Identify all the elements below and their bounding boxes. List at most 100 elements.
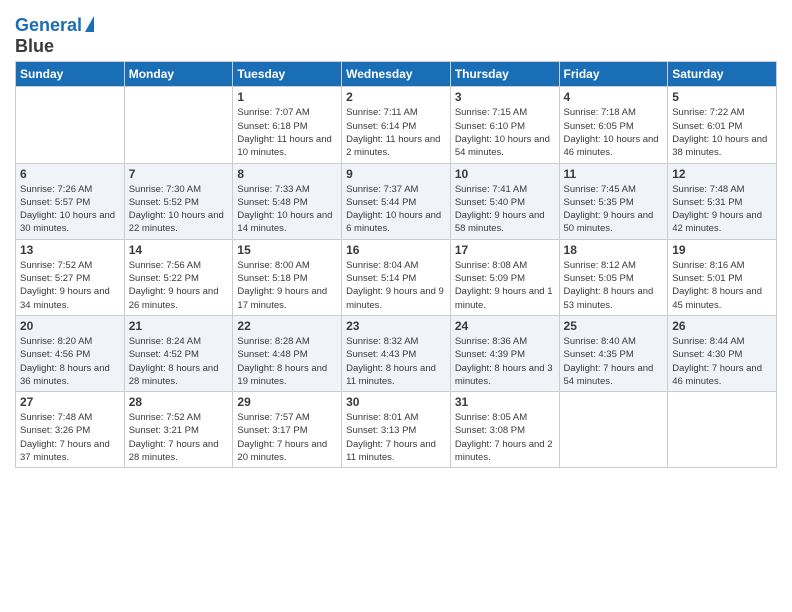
weekday-header-monday: Monday [124, 62, 233, 87]
day-number: 8 [237, 167, 337, 181]
day-info: Sunrise: 8:00 AMSunset: 5:18 PMDaylight:… [237, 259, 337, 312]
calendar-cell: 1 Sunrise: 7:07 AMSunset: 6:18 PMDaylight… [233, 87, 342, 163]
day-number: 18 [564, 243, 664, 257]
day-number: 10 [455, 167, 555, 181]
day-info: Sunrise: 8:08 AMSunset: 5:09 PMDaylight:… [455, 259, 555, 312]
day-number: 24 [455, 319, 555, 333]
calendar-cell: 3 Sunrise: 7:15 AMSunset: 6:10 PMDaylight… [450, 87, 559, 163]
day-info: Sunrise: 7:52 AMSunset: 3:21 PMDaylight:… [129, 411, 229, 464]
calendar-cell: 19 Sunrise: 8:16 AMSunset: 5:01 PMDayligh… [668, 239, 777, 315]
day-info: Sunrise: 8:04 AMSunset: 5:14 PMDaylight:… [346, 259, 446, 312]
calendar-cell: 13 Sunrise: 7:52 AMSunset: 5:27 PMDayligh… [16, 239, 125, 315]
day-info: Sunrise: 7:48 AMSunset: 3:26 PMDaylight:… [20, 411, 120, 464]
calendar-cell: 12 Sunrise: 7:48 AMSunset: 5:31 PMDayligh… [668, 163, 777, 239]
day-number: 28 [129, 395, 229, 409]
day-info: Sunrise: 8:16 AMSunset: 5:01 PMDaylight:… [672, 259, 772, 312]
day-info: Sunrise: 7:41 AMSunset: 5:40 PMDaylight:… [455, 183, 555, 236]
day-number: 27 [20, 395, 120, 409]
calendar-cell: 24 Sunrise: 8:36 AMSunset: 4:39 PMDayligh… [450, 315, 559, 391]
calendar-cell: 28 Sunrise: 7:52 AMSunset: 3:21 PMDayligh… [124, 392, 233, 468]
day-info: Sunrise: 8:32 AMSunset: 4:43 PMDaylight:… [346, 335, 446, 388]
calendar-cell: 6 Sunrise: 7:26 AMSunset: 5:57 PMDaylight… [16, 163, 125, 239]
day-number: 19 [672, 243, 772, 257]
day-info: Sunrise: 7:37 AMSunset: 5:44 PMDaylight:… [346, 183, 446, 236]
calendar-cell: 8Sunrise: 7:33 AMSunset: 5:48 PMDaylight… [233, 163, 342, 239]
day-info: Sunrise: 8:40 AMSunset: 4:35 PMDaylight:… [564, 335, 664, 388]
day-number: 26 [672, 319, 772, 333]
day-info: Sunrise: 7:45 AMSunset: 5:35 PMDaylight:… [564, 183, 664, 236]
calendar-cell: 29Sunrise: 7:57 AMSunset: 3:17 PMDayligh… [233, 392, 342, 468]
logo-triangle-icon [85, 16, 94, 32]
calendar-cell: 14Sunrise: 7:56 AMSunset: 5:22 PMDayligh… [124, 239, 233, 315]
day-number: 3 [455, 90, 555, 104]
day-info: Sunrise: 7:07 AMSunset: 6:18 PMDaylight:… [237, 106, 337, 159]
day-number: 23 [346, 319, 446, 333]
logo-general: General [15, 15, 82, 35]
day-info: Sunrise: 8:20 AMSunset: 4:56 PMDaylight:… [20, 335, 120, 388]
day-number: 31 [455, 395, 555, 409]
weekday-header-sunday: Sunday [16, 62, 125, 87]
day-number: 30 [346, 395, 446, 409]
day-info: Sunrise: 7:57 AMSunset: 3:17 PMDaylight:… [237, 411, 337, 464]
calendar-cell: 22Sunrise: 8:28 AMSunset: 4:48 PMDayligh… [233, 315, 342, 391]
calendar-cell: 20Sunrise: 8:20 AMSunset: 4:56 PMDayligh… [16, 315, 125, 391]
page: General Blue SundayMondayTuesdayWednesda… [0, 0, 792, 483]
day-number: 13 [20, 243, 120, 257]
day-info: Sunrise: 8:24 AMSunset: 4:52 PMDaylight:… [129, 335, 229, 388]
day-info: Sunrise: 7:11 AMSunset: 6:14 PMDaylight:… [346, 106, 446, 159]
day-number: 2 [346, 90, 446, 104]
day-info: Sunrise: 7:52 AMSunset: 5:27 PMDaylight:… [20, 259, 120, 312]
calendar-cell: 25 Sunrise: 8:40 AMSunset: 4:35 PMDayligh… [559, 315, 668, 391]
day-info: Sunrise: 7:30 AMSunset: 5:52 PMDaylight:… [129, 183, 229, 236]
day-info: Sunrise: 8:36 AMSunset: 4:39 PMDaylight:… [455, 335, 555, 388]
calendar-cell: 15 Sunrise: 8:00 AMSunset: 5:18 PMDayligh… [233, 239, 342, 315]
calendar-cell [124, 87, 233, 163]
logo: General Blue [15, 15, 94, 56]
day-number: 14 [129, 243, 229, 257]
day-number: 1 [237, 90, 337, 104]
day-number: 21 [129, 319, 229, 333]
calendar-cell: 30 Sunrise: 8:01 AMSunset: 3:13 PMDayligh… [342, 392, 451, 468]
day-number: 15 [237, 243, 337, 257]
calendar-cell: 17 Sunrise: 8:08 AMSunset: 5:09 PMDayligh… [450, 239, 559, 315]
calendar-cell: 26 Sunrise: 8:44 AMSunset: 4:30 PMDayligh… [668, 315, 777, 391]
calendar-cell: 10 Sunrise: 7:41 AMSunset: 5:40 PMDayligh… [450, 163, 559, 239]
day-number: 7 [129, 167, 229, 181]
day-number: 17 [455, 243, 555, 257]
calendar-cell: 16 Sunrise: 8:04 AMSunset: 5:14 PMDayligh… [342, 239, 451, 315]
calendar-cell: 2 Sunrise: 7:11 AMSunset: 6:14 PMDaylight… [342, 87, 451, 163]
day-number: 12 [672, 167, 772, 181]
weekday-header-friday: Friday [559, 62, 668, 87]
day-number: 11 [564, 167, 664, 181]
calendar-cell [16, 87, 125, 163]
logo-blue: Blue [15, 36, 54, 56]
day-number: 6 [20, 167, 120, 181]
weekday-header-wednesday: Wednesday [342, 62, 451, 87]
calendar-cell: 31 Sunrise: 8:05 AMSunset: 3:08 PMDayligh… [450, 392, 559, 468]
day-info: Sunrise: 7:22 AMSunset: 6:01 PMDaylight:… [672, 106, 772, 159]
day-info: Sunrise: 7:18 AMSunset: 6:05 PMDaylight:… [564, 106, 664, 159]
day-info: Sunrise: 7:26 AMSunset: 5:57 PMDaylight:… [20, 183, 120, 236]
day-number: 4 [564, 90, 664, 104]
weekday-header-thursday: Thursday [450, 62, 559, 87]
calendar-week-3: 13 Sunrise: 7:52 AMSunset: 5:27 PMDayligh… [16, 239, 777, 315]
day-number: 22 [237, 319, 337, 333]
calendar-cell: 7 Sunrise: 7:30 AMSunset: 5:52 PMDaylight… [124, 163, 233, 239]
day-info: Sunrise: 8:44 AMSunset: 4:30 PMDaylight:… [672, 335, 772, 388]
calendar-week-5: 27 Sunrise: 7:48 AMSunset: 3:26 PMDayligh… [16, 392, 777, 468]
calendar-cell [559, 392, 668, 468]
calendar-cell: 23 Sunrise: 8:32 AMSunset: 4:43 PMDayligh… [342, 315, 451, 391]
calendar-cell: 18Sunrise: 8:12 AMSunset: 5:05 PMDayligh… [559, 239, 668, 315]
day-info: Sunrise: 7:48 AMSunset: 5:31 PMDaylight:… [672, 183, 772, 236]
weekday-header-saturday: Saturday [668, 62, 777, 87]
calendar-cell: 5Sunrise: 7:22 AMSunset: 6:01 PMDaylight… [668, 87, 777, 163]
day-number: 25 [564, 319, 664, 333]
calendar-cell: 11 Sunrise: 7:45 AMSunset: 5:35 PMDayligh… [559, 163, 668, 239]
day-number: 16 [346, 243, 446, 257]
day-info: Sunrise: 8:01 AMSunset: 3:13 PMDaylight:… [346, 411, 446, 464]
calendar-cell: 9 Sunrise: 7:37 AMSunset: 5:44 PMDaylight… [342, 163, 451, 239]
day-info: Sunrise: 7:15 AMSunset: 6:10 PMDaylight:… [455, 106, 555, 159]
logo-text: General Blue [15, 15, 94, 56]
day-info: Sunrise: 8:05 AMSunset: 3:08 PMDaylight:… [455, 411, 555, 464]
day-number: 9 [346, 167, 446, 181]
